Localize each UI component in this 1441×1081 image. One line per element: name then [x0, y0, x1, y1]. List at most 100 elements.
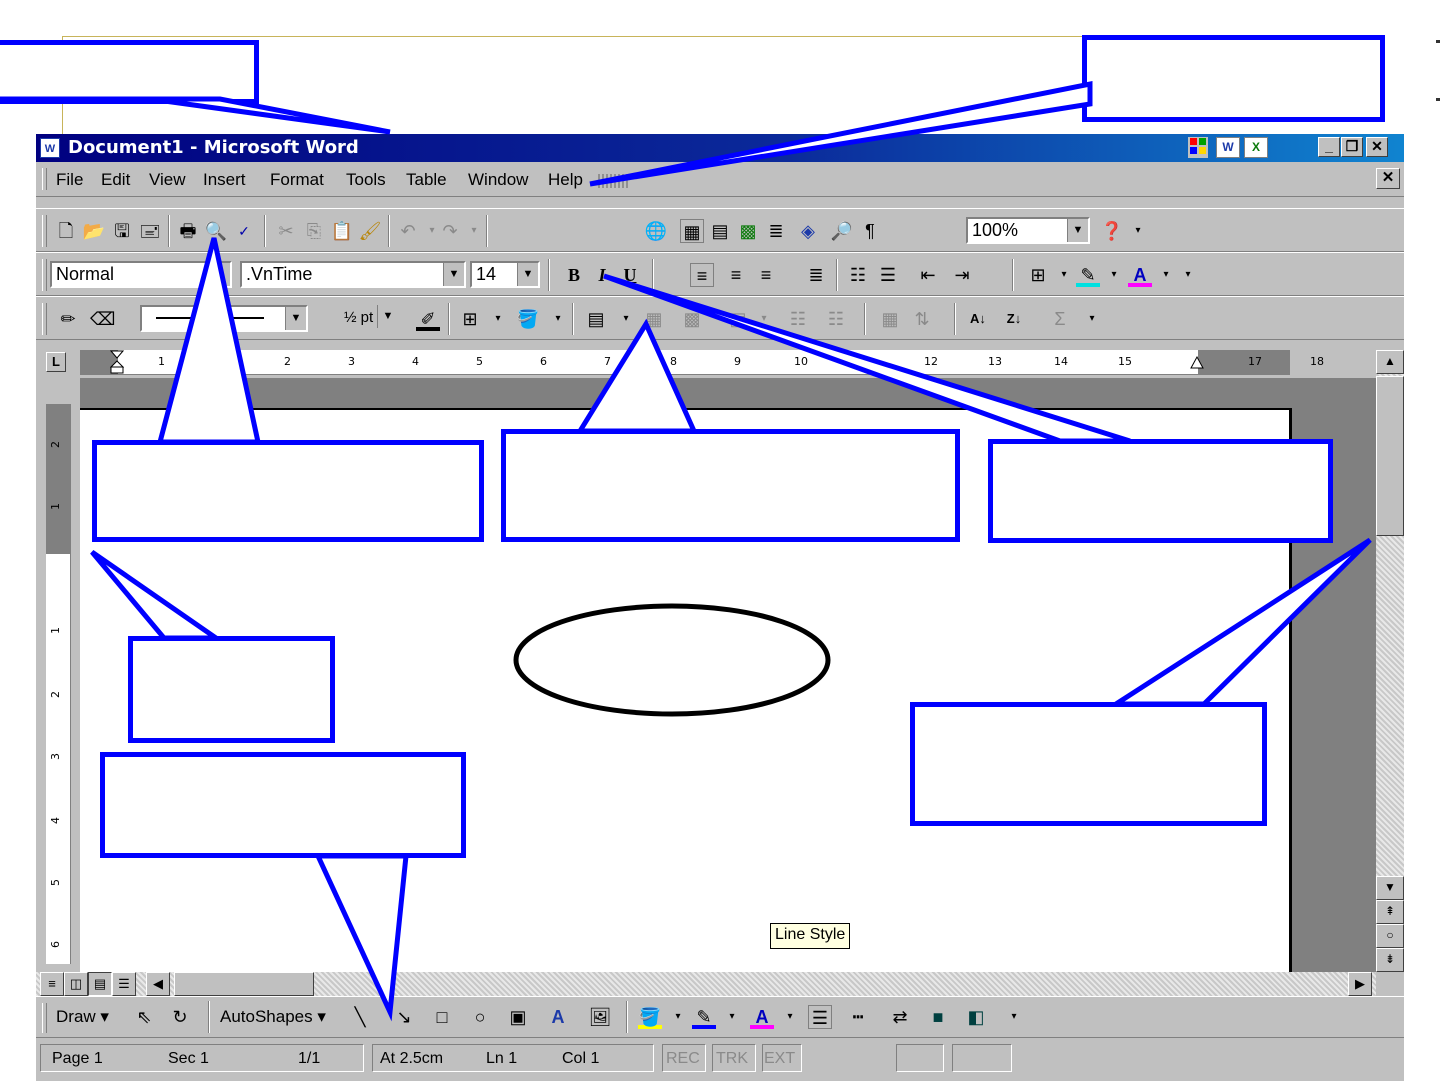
menu-grip[interactable] [42, 168, 47, 190]
font-combo[interactable]: .VnTime ▼ [240, 261, 466, 288]
select-browse-object-button[interactable]: ○ [1376, 924, 1404, 948]
insert-table-icon[interactable]: ▤ [708, 219, 732, 243]
highlight-dropdown-icon[interactable]: ▾ [1102, 263, 1126, 287]
vertical-ruler[interactable]: 2 1 1 2 3 4 5 6 [46, 404, 71, 964]
menu-insert[interactable]: Insert [203, 170, 246, 190]
scroll-left-button[interactable]: ◀ [146, 972, 170, 996]
toolbar-options-icon[interactable]: ▾ [1002, 1005, 1026, 1029]
toolbar-grip[interactable] [42, 215, 47, 247]
toolbar-options-icon[interactable]: ▾ [1126, 219, 1150, 243]
shading-bucket-icon[interactable]: 🪣 [516, 307, 540, 331]
status-trk[interactable]: TRK [716, 1050, 748, 1068]
excel-app-icon[interactable]: X [1244, 137, 1268, 158]
menu-help[interactable]: Help [548, 170, 583, 190]
close-button[interactable]: ✕ [1366, 137, 1388, 157]
distribute-columns-icon[interactable]: ☷ [824, 307, 848, 331]
chevron-down-icon[interactable]: ▼ [377, 305, 398, 328]
line-color-icon[interactable]: ✎ [692, 1005, 716, 1029]
arrow-tool-icon[interactable]: ↘ [392, 1005, 416, 1029]
undo-icon[interactable]: ↶ [396, 219, 420, 243]
format-painter-icon[interactable]: 🖌 [358, 219, 382, 243]
right-indent-marker-icon[interactable] [1190, 355, 1204, 370]
text-direction-icon[interactable]: ⇅ [910, 307, 934, 331]
office-shortcut-icon[interactable] [1188, 137, 1208, 158]
scroll-right-button[interactable]: ▶ [1348, 972, 1372, 996]
show-hide-pilcrow-icon[interactable]: ¶ [858, 219, 882, 243]
vertical-scroll-thumb[interactable] [1376, 376, 1404, 536]
line-style-icon[interactable]: ☰ [808, 1005, 832, 1029]
previous-page-button[interactable]: ⇞ [1376, 900, 1404, 924]
help-assistant-icon[interactable] [598, 174, 628, 188]
word-doc-icon[interactable]: W [40, 138, 60, 158]
word-app-icon[interactable]: W [1216, 137, 1240, 158]
font-color-dropdown-icon[interactable]: ▾ [1154, 263, 1178, 287]
italic-button[interactable]: I [590, 263, 614, 287]
borders-dropdown-icon[interactable]: ▾ [1052, 263, 1076, 287]
draw-menu-button[interactable]: Draw ▾ [56, 1007, 109, 1027]
align-center-icon[interactable]: ≡ [724, 263, 748, 287]
menu-file[interactable]: File [56, 170, 83, 190]
increase-indent-icon[interactable]: ⇥ [950, 263, 974, 287]
numbering-icon[interactable]: ☷ [846, 263, 870, 287]
restore-button[interactable]: ❐ [1341, 137, 1363, 157]
borders-icon[interactable]: ⊞ [1026, 263, 1050, 287]
align-left-icon[interactable]: ≡ [690, 263, 714, 287]
decrease-indent-icon[interactable]: ⇤ [916, 263, 940, 287]
toolbar-grip[interactable] [42, 259, 47, 291]
vertical-scrollbar[interactable]: ▲ ▼ ⇞ ○ ⇟ [1376, 350, 1404, 972]
insert-table-icon[interactable]: ▤ [584, 307, 608, 331]
clip-art-icon[interactable]: 🖼 [588, 1005, 612, 1029]
align-right-icon[interactable]: ≡ [754, 263, 778, 287]
menu-edit[interactable]: Edit [101, 170, 130, 190]
line-style-combo[interactable]: ▼ [140, 305, 308, 332]
tables-borders-icon[interactable]: ▦ [680, 219, 704, 243]
print-layout-view-button[interactable]: ▤ [88, 972, 112, 996]
cut-icon[interactable]: ✂ [274, 219, 298, 243]
scroll-down-button[interactable]: ▼ [1376, 876, 1404, 900]
draw-table-pencil-icon[interactable]: ✏ [56, 307, 80, 331]
minimize-button[interactable]: _ [1318, 137, 1340, 157]
menu-window[interactable]: Window [468, 170, 528, 190]
chevron-down-icon[interactable]: ▼ [1067, 219, 1088, 242]
line-tool-icon[interactable]: ╲ [348, 1005, 372, 1029]
document-map-icon[interactable]: 🔎 [830, 219, 854, 243]
print-preview-icon[interactable]: 🔍 [204, 219, 228, 243]
scroll-up-button[interactable]: ▲ [1376, 350, 1404, 374]
menu-format[interactable]: Format [270, 170, 324, 190]
font-color-icon[interactable]: A [750, 1005, 774, 1029]
arrow-style-icon[interactable]: ⇄ [888, 1005, 912, 1029]
document-close-button[interactable]: ✕ [1376, 168, 1400, 189]
table-autoformat-icon[interactable]: ▦ [878, 307, 902, 331]
text-box-icon[interactable]: ▣ [506, 1005, 530, 1029]
dash-style-icon[interactable]: ┅ [846, 1005, 870, 1029]
fill-color-dropdown-icon[interactable]: ▾ [666, 1005, 690, 1029]
align-cell-icon[interactable]: ▤ [726, 307, 750, 331]
bold-button[interactable]: B [562, 263, 586, 287]
border-color-icon[interactable]: ✐ [416, 307, 440, 331]
normal-view-button[interactable]: ≡ [40, 972, 64, 996]
hyperlink-globe-icon[interactable]: 🌐 [644, 219, 668, 243]
highlight-icon[interactable]: ✎ [1076, 263, 1100, 287]
paste-icon[interactable]: 📋 [330, 219, 354, 243]
toolbar-options-icon[interactable]: ▾ [1080, 307, 1104, 331]
merge-cells-icon[interactable]: ▦ [642, 307, 666, 331]
new-document-icon[interactable]: 🗋 [54, 219, 78, 243]
menu-view[interactable]: View [149, 170, 186, 190]
autoshapes-menu-button[interactable]: AutoShapes ▾ [220, 1007, 326, 1027]
drawing-icon[interactable]: ◈ [796, 219, 820, 243]
bullets-icon[interactable]: ☰ [876, 263, 900, 287]
line-color-dropdown-icon[interactable]: ▾ [720, 1005, 744, 1029]
outside-border-icon[interactable]: ⊞ [458, 307, 482, 331]
status-rec[interactable]: REC [666, 1050, 700, 1068]
chevron-down-icon[interactable]: ▼ [285, 307, 306, 330]
line-weight-combo[interactable]: ½ pt ▼ [314, 305, 398, 332]
copy-icon[interactable]: ⎘ [302, 219, 326, 243]
indent-marker-icon[interactable] [109, 350, 125, 374]
eraser-icon[interactable]: ⌫ [90, 307, 115, 331]
underline-button[interactable]: U [618, 263, 642, 287]
email-icon[interactable]: 🖃 [138, 219, 162, 243]
spelling-check-icon[interactable]: ✓ [232, 219, 256, 243]
menu-table[interactable]: Table [406, 170, 447, 190]
toolbar-grip[interactable] [42, 303, 47, 335]
rectangle-tool-icon[interactable]: □ [430, 1005, 454, 1029]
